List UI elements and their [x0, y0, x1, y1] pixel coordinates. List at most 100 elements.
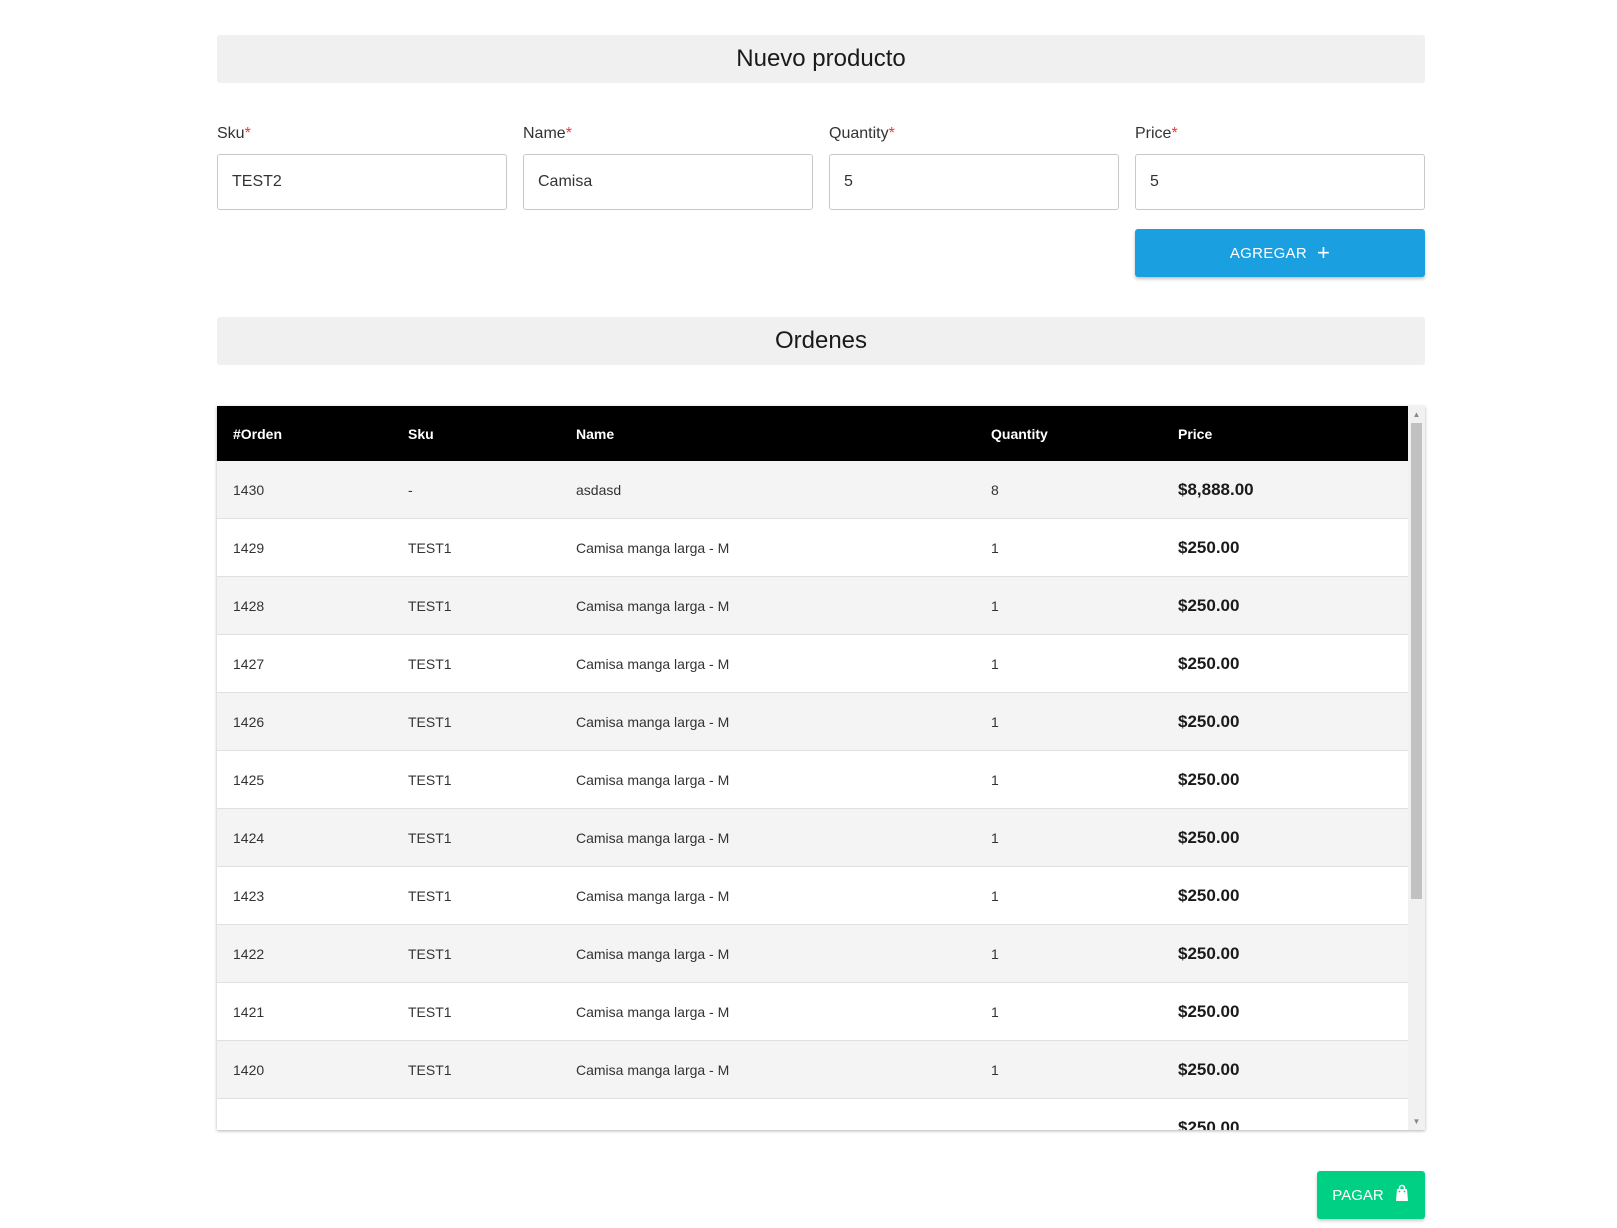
- cell-order: 1430: [233, 481, 265, 498]
- cell-name: Camisa manga larga - M: [576, 655, 730, 672]
- table-row: 1430 - asdasd 8 $8,888.00: [217, 461, 1408, 519]
- shopping-bag-icon: [1394, 1184, 1410, 1206]
- cell-order: 1429: [233, 539, 265, 556]
- cell-name: Camisa manga larga - M: [576, 1003, 730, 1020]
- cell-quantity: 1: [991, 1003, 999, 1020]
- column-header-name: Name: [576, 425, 615, 442]
- cell-sku: TEST1: [408, 713, 452, 730]
- price-field: Price*: [1135, 125, 1425, 210]
- cell-quantity: 1: [991, 829, 999, 846]
- cell-price: $250.00: [1178, 827, 1240, 847]
- cell-price: $250.00: [1178, 653, 1240, 673]
- plus-icon: +: [1316, 240, 1331, 265]
- cell-sku: TEST1: [408, 1003, 452, 1020]
- cell-price: $250.00: [1178, 711, 1240, 731]
- new-product-title: Nuevo producto: [217, 35, 1425, 83]
- cell-order: 1428: [233, 597, 265, 614]
- cell-name: asdasd: [576, 481, 622, 498]
- name-input[interactable]: [523, 154, 813, 210]
- cell-name: Camisa manga larga - M: [576, 829, 730, 846]
- column-header-price: Price: [1178, 425, 1213, 442]
- cell-name: Camisa manga larga - M: [576, 771, 730, 788]
- table-row: 1424 TEST1 Camisa manga larga - M 1 $250.00: [217, 809, 1408, 867]
- quantity-input[interactable]: [829, 154, 1119, 210]
- cell-order: 1424: [233, 829, 265, 846]
- cell-quantity: 1: [991, 539, 999, 556]
- cell-price: $250.00: [1178, 1059, 1240, 1079]
- cell-sku: -: [408, 481, 413, 498]
- column-header-order: #Orden: [233, 425, 283, 442]
- cell-sku: TEST1: [408, 597, 452, 614]
- name-field: Name*: [523, 125, 813, 210]
- name-label: Name*: [523, 125, 572, 142]
- scrollbar-thumb[interactable]: [1411, 423, 1422, 899]
- required-mark: *: [565, 125, 572, 142]
- cell-quantity: 8: [991, 481, 999, 498]
- table-header: #Orden Sku Name Quantity Price: [217, 406, 1408, 461]
- cell-order: 1427: [233, 655, 265, 672]
- cell-name: Camisa manga larga - M: [576, 887, 730, 904]
- pay-button-label: PAGAR: [1332, 1186, 1384, 1204]
- table-row: 1421 TEST1 Camisa manga larga - M 1 $250.00: [217, 983, 1408, 1041]
- required-mark: *: [244, 125, 251, 142]
- sku-label: Sku*: [217, 125, 251, 142]
- add-button[interactable]: AGREGAR +: [1135, 229, 1425, 277]
- cell-order: 1425: [233, 771, 265, 788]
- price-label: Price*: [1135, 125, 1178, 142]
- pay-button[interactable]: PAGAR: [1317, 1171, 1425, 1219]
- cell-quantity: 1: [991, 1061, 999, 1078]
- table-row: 1423 TEST1 Camisa manga larga - M 1 $250.00: [217, 867, 1408, 925]
- orders-table: #Orden Sku Name Quantity Price 1430 - asda…: [217, 406, 1425, 1130]
- required-mark: *: [1171, 125, 1178, 142]
- cell-order: 1426: [233, 713, 265, 730]
- cell-name: Camisa manga larga - M: [576, 945, 730, 962]
- cell-name: Camisa manga larga - M: [576, 1061, 730, 1078]
- table-row: 1422 TEST1 Camisa manga larga - M 1 $250.00: [217, 925, 1408, 983]
- cell-quantity: 1: [991, 887, 999, 904]
- cell-sku: TEST1: [408, 829, 452, 846]
- table-row: 1426 TEST1 Camisa manga larga - M 1 $250.00: [217, 693, 1408, 751]
- table-row: 1427 TEST1 Camisa manga larga - M 1 $250.00: [217, 635, 1408, 693]
- cell-name: Camisa manga larga - M: [576, 713, 730, 730]
- cell-price: $8,888.00: [1178, 479, 1254, 499]
- cell-name: Camisa manga larga - M: [576, 539, 730, 556]
- sku-input[interactable]: [217, 154, 507, 210]
- required-mark: *: [888, 125, 895, 142]
- cell-price: $250.00: [1178, 769, 1240, 789]
- cell-quantity: 1: [991, 713, 999, 730]
- cell-quantity: 1: [991, 945, 999, 962]
- cell-price: $250.00: [1178, 537, 1240, 557]
- cell-price: $250.00: [1178, 1001, 1240, 1021]
- scroll-up-arrow-icon[interactable]: ▲: [1408, 406, 1425, 423]
- column-header-quantity: Quantity: [991, 425, 1048, 442]
- table-scrollbar[interactable]: ▲ ▼: [1408, 406, 1425, 1130]
- cell-price: $250.00: [1178, 885, 1240, 905]
- add-button-label: AGREGAR: [1229, 244, 1307, 262]
- cell-price: $250.00: [1178, 595, 1240, 615]
- orders-title-text: Ordenes: [774, 327, 868, 354]
- cell-order: 1420: [233, 1061, 265, 1078]
- table-row: 1428 TEST1 Camisa manga larga - M 1 $250.00: [217, 577, 1408, 635]
- cell-price: $250.00: [1178, 1117, 1240, 1131]
- cell-sku: TEST1: [408, 655, 452, 672]
- orders-table-body[interactable]: #Orden Sku Name Quantity Price 1430 - asda…: [217, 406, 1408, 1130]
- cell-quantity: 1: [991, 771, 999, 788]
- cell-order: 1422: [233, 945, 265, 962]
- table-rows: 1430 - asdasd 8 $8,888.00 1429 TEST1 Camisa ma…: [217, 461, 1408, 1130]
- quantity-label: Quantity*: [829, 125, 895, 142]
- table-row: 1429 TEST1 Camisa manga larga - M 1 $250.00: [217, 519, 1408, 577]
- cell-price: $250.00: [1178, 943, 1240, 963]
- price-input[interactable]: [1135, 154, 1425, 210]
- scroll-down-arrow-icon[interactable]: ▼: [1408, 1113, 1425, 1130]
- cell-name: Camisa manga larga - M: [576, 597, 730, 614]
- table-row: 1420 TEST1 Camisa manga larga - M 1 $250.00: [217, 1041, 1408, 1099]
- cell-sku: TEST1: [408, 1061, 452, 1078]
- cell-sku: TEST1: [408, 539, 452, 556]
- cell-order: 1423: [233, 887, 265, 904]
- sku-field: Sku*: [217, 125, 507, 210]
- cell-sku: TEST1: [408, 771, 452, 788]
- cell-quantity: 1: [991, 597, 999, 614]
- cell-order: 1421: [233, 1003, 265, 1020]
- cell-sku: TEST1: [408, 945, 452, 962]
- quantity-field: Quantity*: [829, 125, 1119, 210]
